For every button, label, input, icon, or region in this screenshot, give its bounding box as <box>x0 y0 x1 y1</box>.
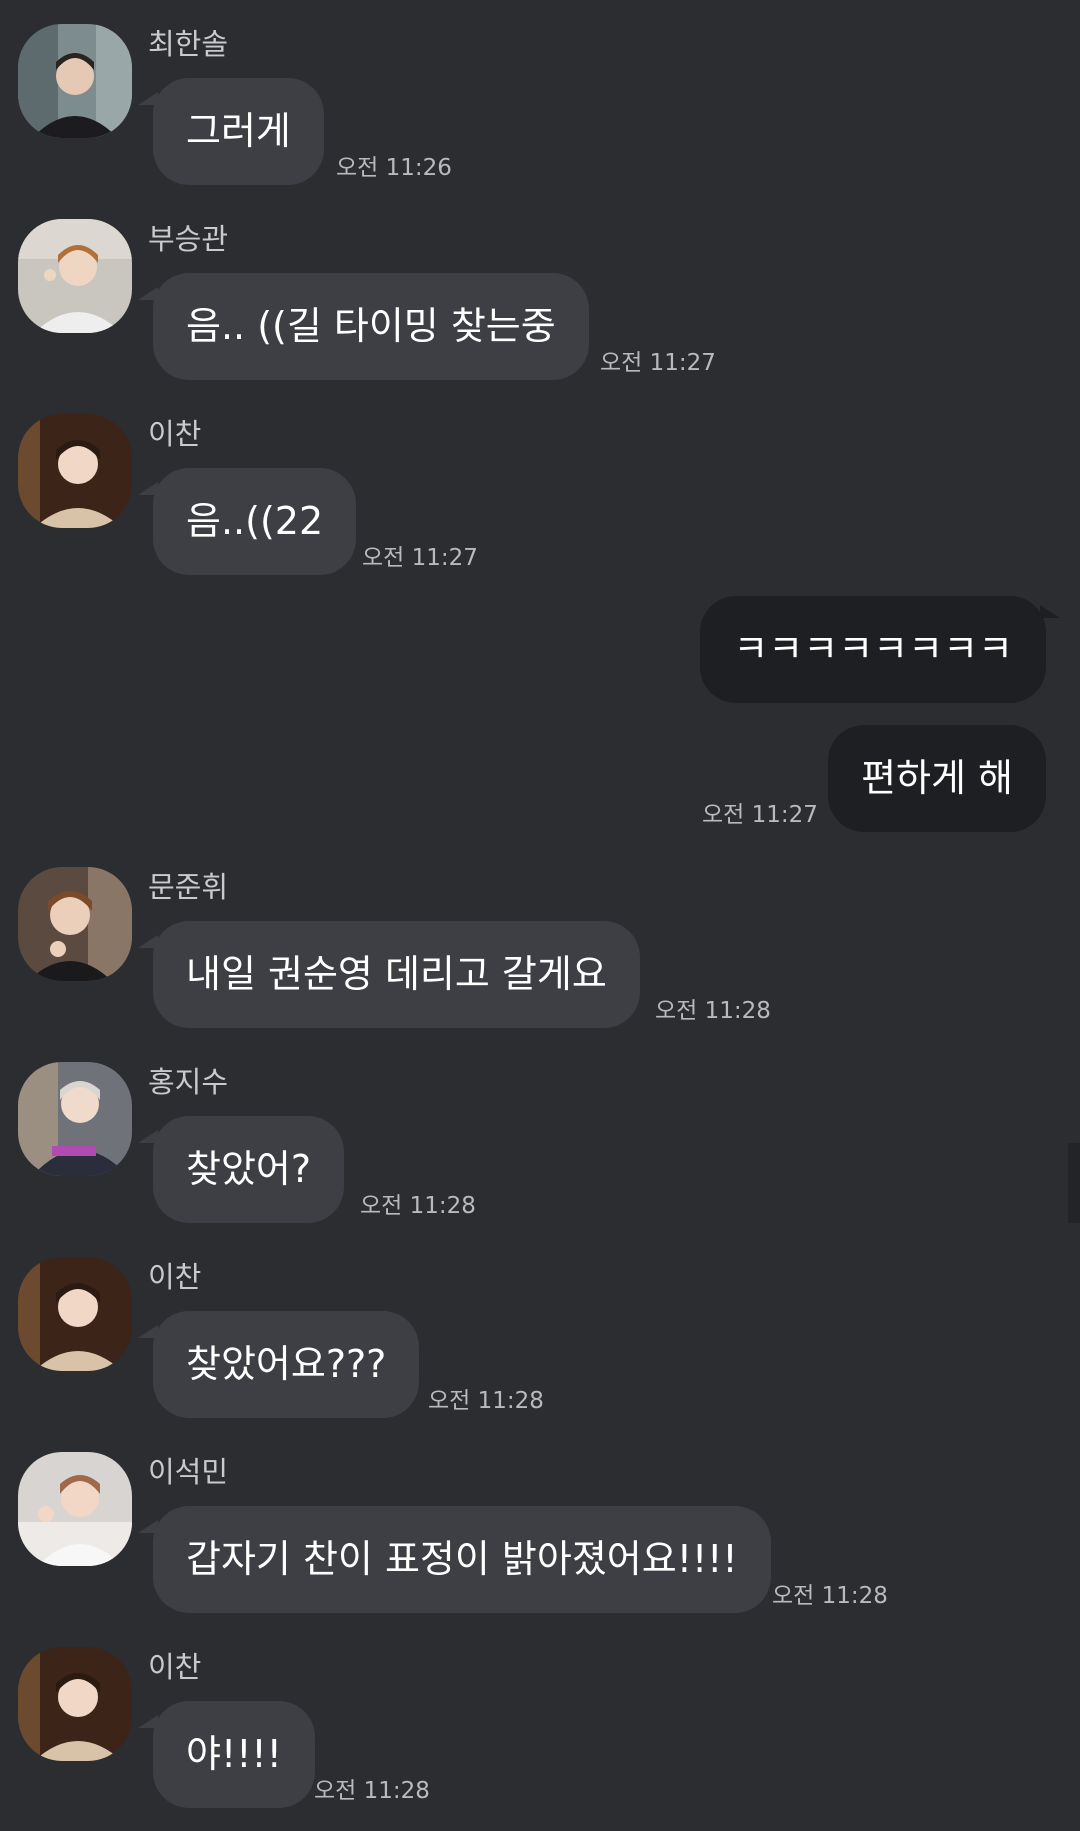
avatar[interactable] <box>18 1257 132 1371</box>
chat-thread[interactable]: 최한솔 그러게 오전 11:26 부승관 음.. ((길 타이밍 찾는중 오전 … <box>0 0 1080 1831</box>
avatar[interactable] <box>18 1062 132 1176</box>
avatar-photo-icon <box>18 867 132 981</box>
avatar[interactable] <box>18 1647 132 1761</box>
timestamp: 오전 11:28 <box>428 1388 544 1414</box>
timestamp: 오전 11:28 <box>314 1778 430 1804</box>
timestamp: 오전 11:28 <box>360 1193 476 1219</box>
avatar-photo-icon <box>18 219 132 333</box>
bubble-tail <box>1040 605 1060 618</box>
avatar[interactable] <box>18 219 132 333</box>
sender-name: 문준휘 <box>148 870 229 904</box>
message-bubble[interactable]: 갑자기 찬이 표정이 밝아졌어요!!!! <box>153 1506 771 1613</box>
timestamp: 오전 11:27 <box>600 350 716 376</box>
timestamp: 오전 11:27 <box>362 545 478 571</box>
avatar[interactable] <box>18 1452 132 1566</box>
message-bubble[interactable]: 찾았어? <box>153 1116 345 1223</box>
message-bubble[interactable]: 음.. ((길 타이밍 찾는중 <box>153 273 589 380</box>
message-bubble[interactable]: 찾았어요??? <box>153 1311 420 1418</box>
timestamp: 오전 11:26 <box>336 155 452 181</box>
sender-name: 이찬 <box>148 1650 202 1684</box>
sender-name: 이찬 <box>148 417 202 451</box>
avatar-photo-icon <box>18 1452 132 1566</box>
sender-name: 이석민 <box>148 1455 229 1489</box>
timestamp: 오전 11:28 <box>772 1583 888 1609</box>
timestamp: 오전 11:27 <box>702 802 818 828</box>
sender-name: 이찬 <box>148 1260 202 1294</box>
message-bubble[interactable]: 내일 권순영 데리고 갈게요 <box>153 921 640 1028</box>
avatar-photo-icon <box>18 1062 132 1176</box>
avatar-photo-icon <box>18 1257 132 1371</box>
avatar-photo-icon <box>18 1647 132 1761</box>
avatar[interactable] <box>18 24 132 138</box>
message-bubble[interactable]: ㅋㅋㅋㅋㅋㅋㅋㅋ <box>700 596 1046 703</box>
avatar-photo-icon <box>18 24 132 138</box>
message-bubble[interactable]: 야!!!! <box>153 1701 315 1808</box>
avatar-photo-icon <box>18 414 132 528</box>
scrollbar-thumb[interactable] <box>1068 1143 1080 1223</box>
avatar[interactable] <box>18 867 132 981</box>
sender-name: 최한솔 <box>148 27 229 61</box>
timestamp: 오전 11:28 <box>655 998 771 1024</box>
message-bubble[interactable]: 편하게 해 <box>828 725 1046 832</box>
message-bubble[interactable]: 음..((22 <box>153 468 357 575</box>
message-bubble[interactable]: 그러게 <box>153 78 324 185</box>
avatar[interactable] <box>18 414 132 528</box>
sender-name: 부승관 <box>148 222 229 256</box>
sender-name: 홍지수 <box>148 1065 229 1099</box>
